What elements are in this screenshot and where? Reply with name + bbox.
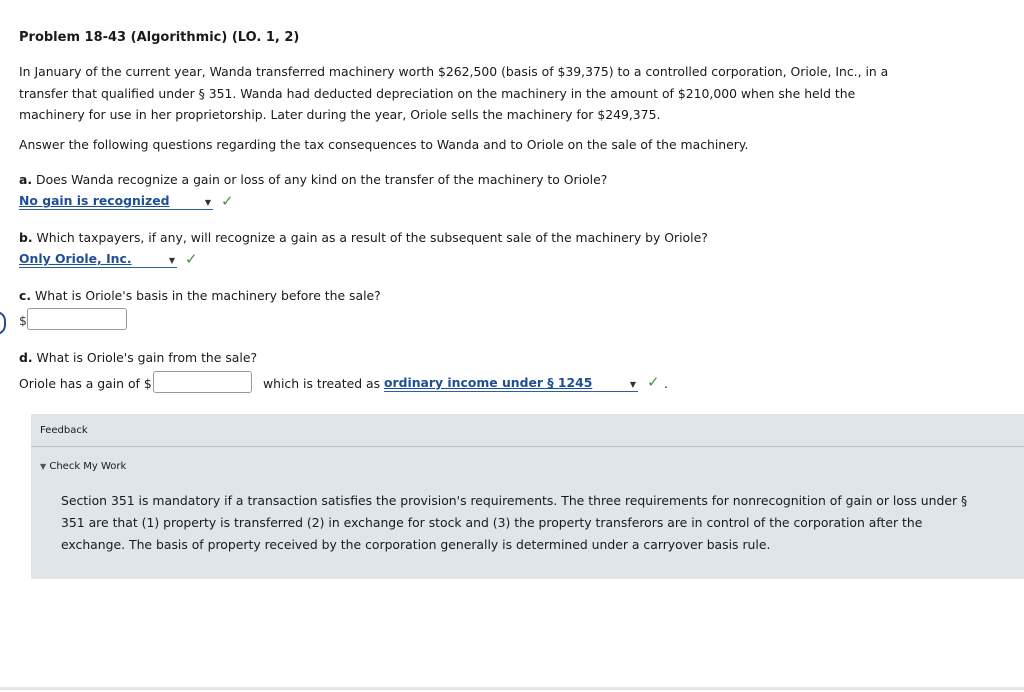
divider: [0, 687, 1024, 690]
question-d-dropdown[interactable]: ordinary income under § 1245 ▼: [384, 375, 638, 392]
question-b: b. Which taxpayers, if any, will recogni…: [19, 230, 708, 245]
question-b-dropdown[interactable]: Only Oriole, Inc. ▼: [19, 251, 177, 268]
question-d-suffix: .: [664, 376, 668, 391]
question-a-dropdown[interactable]: No gain is recognized ▼: [19, 193, 213, 210]
problem-instructions: Answer the following questions regarding…: [19, 137, 749, 152]
question-d-text: What is Oriole's gain from the sale?: [36, 350, 258, 365]
question-a-text: Does Wanda recognize a gain or loss of a…: [36, 172, 608, 187]
question-a-selected: No gain is recognized: [19, 193, 170, 208]
feedback-panel: Feedback ▼ Check My Work Section 351 is …: [31, 414, 1024, 579]
chevron-down-icon: ▼: [204, 198, 211, 207]
triangle-down-icon: ▼: [40, 462, 47, 471]
problem-intro: In January of the current year, Wanda tr…: [19, 64, 889, 122]
question-c-text: What is Oriole's basis in the machinery …: [35, 288, 381, 303]
gain-input[interactable]: [153, 371, 252, 393]
question-c: c. What is Oriole's basis in the machine…: [19, 288, 381, 303]
problem-title: Problem 18-43 (Algorithmic) (LO. 1, 2): [19, 30, 300, 45]
question-b-text: Which taxpayers, if any, will recognize …: [36, 230, 708, 245]
check-icon: ✓: [647, 373, 660, 391]
question-d-middle: which is treated as: [263, 376, 381, 391]
feedback-title: Feedback: [40, 425, 88, 436]
check-my-work-toggle[interactable]: ▼ Check My Work: [40, 461, 126, 472]
question-d-selected: ordinary income under § 1245: [384, 375, 593, 390]
question-d-prefix: Oriole has a gain of $: [19, 376, 152, 391]
question-d-letter: d.: [19, 350, 33, 365]
question-b-selected: Only Oriole, Inc.: [19, 251, 132, 266]
check-icon: ✓: [185, 250, 198, 268]
check-icon: ✓: [221, 192, 234, 210]
question-b-letter: b.: [19, 230, 33, 245]
question-a-letter: a.: [19, 172, 33, 187]
question-c-letter: c.: [19, 288, 32, 303]
check-my-work-label: Check My Work: [49, 461, 127, 472]
feedback-body: Section 351 is mandatory if a transactio…: [61, 493, 968, 552]
question-d: d. What is Oriole's gain from the sale?: [19, 350, 257, 365]
divider: [31, 446, 1024, 447]
currency-symbol: $: [19, 313, 27, 328]
basis-input[interactable]: [27, 308, 127, 330]
chevron-down-icon: ▼: [168, 256, 175, 265]
chevron-down-icon: ▼: [629, 380, 636, 389]
focus-marker: [0, 311, 6, 335]
question-a: a. Does Wanda recognize a gain or loss o…: [19, 172, 607, 187]
